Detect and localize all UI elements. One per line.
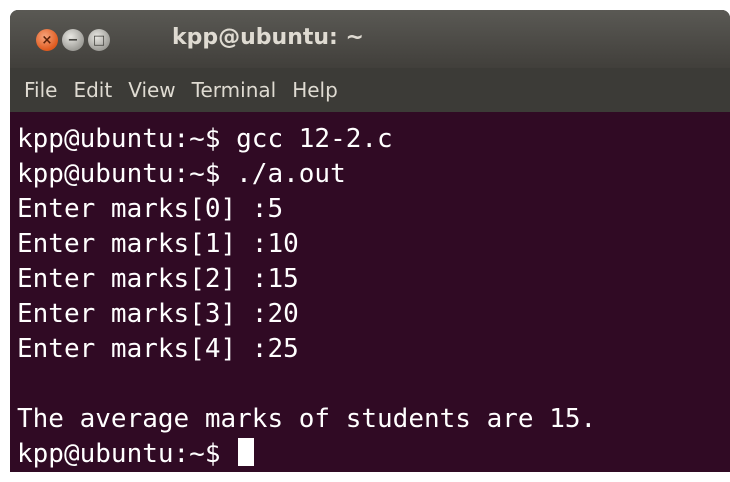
terminal-line: The average marks of students are 15. <box>17 404 597 434</box>
menu-view[interactable]: View <box>128 78 175 102</box>
prompt-line: kpp@ubuntu:~$ <box>17 437 730 472</box>
menu-bar: File Edit View Terminal Help <box>10 68 730 112</box>
minimize-icon[interactable]: − <box>62 29 84 51</box>
menu-terminal[interactable]: Terminal <box>192 78 277 102</box>
prompt-text: kpp@ubuntu:~$ <box>17 439 237 469</box>
terminal-line: Enter marks[1] :10 <box>17 229 299 259</box>
close-icon[interactable]: × <box>36 29 58 51</box>
terminal-output[interactable]: kpp@ubuntu:~$ gcc 12-2.c kpp@ubuntu:~$ .… <box>10 112 730 472</box>
menu-edit[interactable]: Edit <box>73 78 112 102</box>
terminal-line: Enter marks[4] :25 <box>17 334 299 364</box>
terminal-window: × − □ kpp@ubuntu: ~ File Edit View Termi… <box>10 10 730 472</box>
terminal-line: Enter marks[3] :20 <box>17 299 299 329</box>
menu-file[interactable]: File <box>24 78 57 102</box>
terminal-line: Enter marks[2] :15 <box>17 264 299 294</box>
terminal-line: kpp@ubuntu:~$ gcc 12-2.c <box>17 124 393 154</box>
text-cursor[interactable] <box>238 438 255 466</box>
terminal-line: kpp@ubuntu:~$ ./a.out <box>17 159 346 189</box>
terminal-line: Enter marks[0] :5 <box>17 194 284 224</box>
menu-help[interactable]: Help <box>292 78 338 102</box>
window-title: kpp@ubuntu: ~ <box>172 25 364 50</box>
maximize-icon[interactable]: □ <box>88 29 110 51</box>
title-bar[interactable]: × − □ kpp@ubuntu: ~ <box>10 10 730 68</box>
